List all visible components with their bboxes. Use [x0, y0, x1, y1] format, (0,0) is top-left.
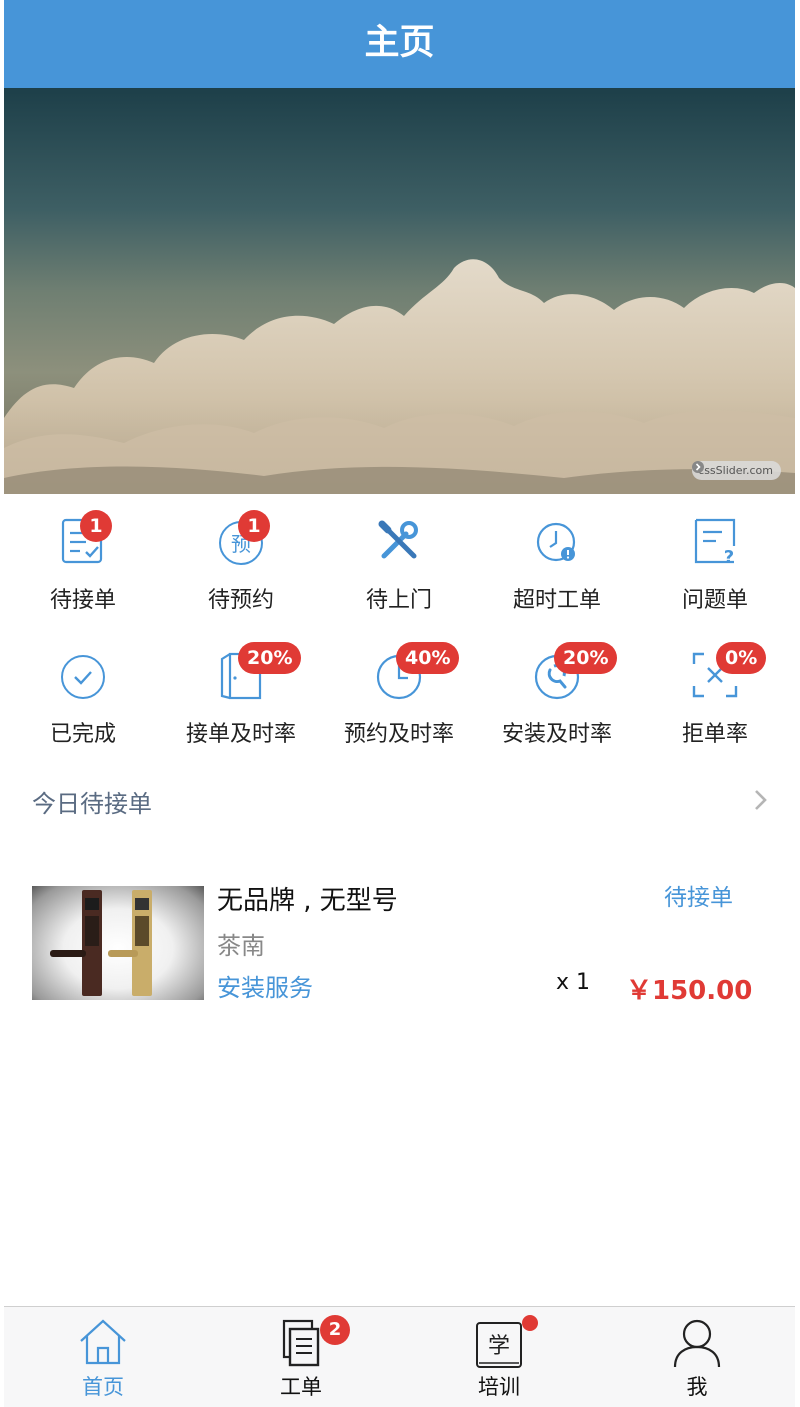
grid-item-completed[interactable]: 已完成: [4, 650, 162, 770]
question-doc-icon: ?: [694, 518, 736, 566]
service-type: 安装服务: [217, 974, 313, 1002]
tab-notification-dot: [522, 1315, 538, 1331]
order-quantity: x 1: [556, 970, 591, 995]
tab-home[interactable]: 首页: [4, 1307, 202, 1407]
grid-item-pending-accept[interactable]: 1 待接单: [4, 510, 162, 636]
tab-me[interactable]: 我: [598, 1307, 796, 1407]
tab-label: 培训: [478, 1375, 520, 1399]
grid-label: 已完成: [49, 722, 116, 747]
grid-label: 超时工单: [512, 588, 601, 613]
grid-item-reject-rate[interactable]: 0% 拒单率: [636, 642, 794, 770]
grid-label: 预约及时率: [343, 722, 454, 747]
header-bar: 主页: [4, 0, 795, 88]
grid-label: 待预约: [207, 588, 274, 613]
documents-icon: [282, 1319, 320, 1367]
grid-item-accept-rate[interactable]: 20% 接单及时率: [162, 642, 320, 770]
chevron-right-icon[interactable]: [752, 788, 770, 812]
tab-label: 首页: [82, 1375, 124, 1399]
page-title: 主页: [364, 23, 435, 63]
grid-label: 待上门: [365, 588, 432, 613]
order-status: 待接单: [664, 885, 733, 911]
banner-slider[interactable]: cssSlider.com: [4, 88, 795, 494]
grid-label: 问题单: [681, 588, 748, 613]
grid-item-overtime-orders[interactable]: 超时工单: [478, 516, 636, 636]
tab-label: 我: [686, 1375, 708, 1399]
product-image: [32, 886, 204, 1000]
home-icon: [80, 1319, 126, 1365]
grid-label: 安装及时率: [501, 722, 612, 747]
grid-item-reserve-rate[interactable]: 40% 预约及时率: [320, 642, 478, 770]
product-title: 无品牌 , 无型号: [217, 886, 398, 916]
study-glyph: 学: [488, 1334, 510, 1359]
banner-credit-text: cssSlider.com: [698, 464, 773, 477]
tab-training[interactable]: 学 培训: [400, 1307, 598, 1407]
section-title[interactable]: 今日待接单: [32, 784, 152, 819]
order-price: ￥150.00: [626, 976, 753, 1006]
svg-text:?: ?: [724, 547, 734, 566]
bottom-tab-bar: 首页 2 工单 学 培训 我: [4, 1306, 795, 1407]
badge-rate: 40%: [396, 642, 460, 674]
grid-label: 拒单率: [681, 722, 748, 747]
grid-label: 待接单: [49, 588, 116, 613]
grid-item-install-rate[interactable]: 20% 安装及时率: [478, 642, 636, 770]
banner-credit-badge: cssSlider.com: [692, 461, 781, 480]
grid-label: 接单及时率: [185, 722, 296, 747]
grid-item-problem-orders[interactable]: ? 问题单: [636, 516, 794, 636]
tab-label: 工单: [280, 1375, 322, 1399]
app-root: 主页 cssSlider.com 1 待接单 预 1 待预约 待上门 超时工单 …: [4, 0, 795, 1407]
badge-count: 1: [80, 510, 112, 542]
product-subtitle: 茶南: [217, 932, 265, 960]
tools-icon: [378, 520, 418, 559]
tab-badge-count: 2: [320, 1315, 350, 1345]
grid-item-pending-reserve[interactable]: 预 1 待预约: [162, 510, 320, 636]
clock-alert-icon: [536, 522, 576, 562]
badge-rate: 0%: [716, 642, 767, 674]
chevron-right-icon: [692, 461, 705, 473]
study-book-icon: 学: [476, 1322, 522, 1368]
tab-orders[interactable]: 2 工单: [202, 1307, 400, 1407]
badge-count: 1: [238, 510, 270, 542]
banner-clouds-image: [4, 259, 795, 494]
check-circle-icon: [61, 655, 105, 699]
door-lock-image: [50, 890, 152, 996]
badge-rate: 20%: [238, 642, 302, 674]
grid-item-pending-visit[interactable]: 待上门: [320, 516, 478, 636]
user-icon: [673, 1319, 721, 1368]
badge-rate: 20%: [554, 642, 618, 674]
